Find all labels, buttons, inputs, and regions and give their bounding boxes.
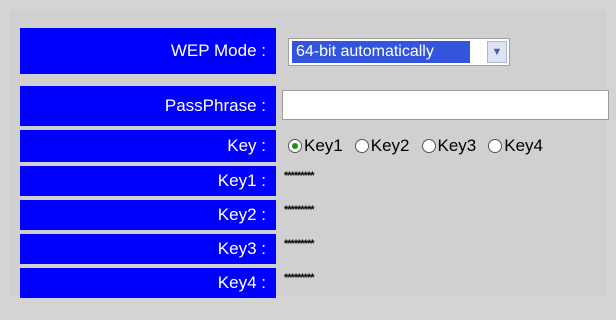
key2-radio-option[interactable]: Key2 (354, 136, 410, 156)
wep-mode-select[interactable]: 64-bit automatically ▼ (288, 38, 510, 66)
key-select-label: Key : (20, 130, 276, 162)
key4-label-text: Key4 : (217, 273, 266, 292)
key4-label: Key4 : (20, 268, 276, 298)
passphrase-label: PassPhrase : (20, 86, 276, 126)
key3-label: Key3 : (20, 234, 276, 264)
key1-radio[interactable] (288, 139, 302, 153)
key1-label-text: Key1 : (217, 171, 266, 190)
key-radio-group: Key1 Key2 Key3 Key4 (288, 134, 555, 158)
key1-value: ********* (284, 170, 315, 182)
key1-radio-label: Key1 (304, 136, 343, 155)
wep-mode-label: WEP Mode : (20, 28, 276, 74)
key2-radio[interactable] (354, 139, 369, 153)
key4-radio[interactable] (488, 139, 503, 153)
wep-mode-selected-value: 64-bit automatically (292, 41, 470, 63)
key3-label-text: Key3 : (217, 239, 266, 258)
key3-radio[interactable] (421, 139, 436, 153)
chevron-down-icon[interactable]: ▼ (487, 41, 507, 63)
passphrase-label-text: PassPhrase : (164, 96, 266, 115)
key1-radio-option[interactable]: Key1 (288, 136, 343, 156)
wep-mode-label-text: WEP Mode : (170, 41, 266, 60)
key-select-label-text: Key : (227, 136, 266, 155)
key1-label: Key1 : (20, 166, 276, 196)
key4-radio-option[interactable]: Key4 (488, 136, 543, 156)
key4-value: ********* (284, 272, 315, 284)
key2-radio-label: Key2 (370, 136, 410, 155)
key2-label-text: Key2 : (217, 205, 266, 224)
key2-value: ********* (284, 204, 315, 216)
key3-value: ********* (284, 238, 315, 250)
key4-radio-label: Key4 (504, 136, 543, 155)
key3-radio-option[interactable]: Key3 (421, 136, 477, 156)
key2-label: Key2 : (20, 200, 276, 230)
key3-radio-label: Key3 (437, 136, 477, 155)
passphrase-input[interactable] (282, 90, 609, 120)
